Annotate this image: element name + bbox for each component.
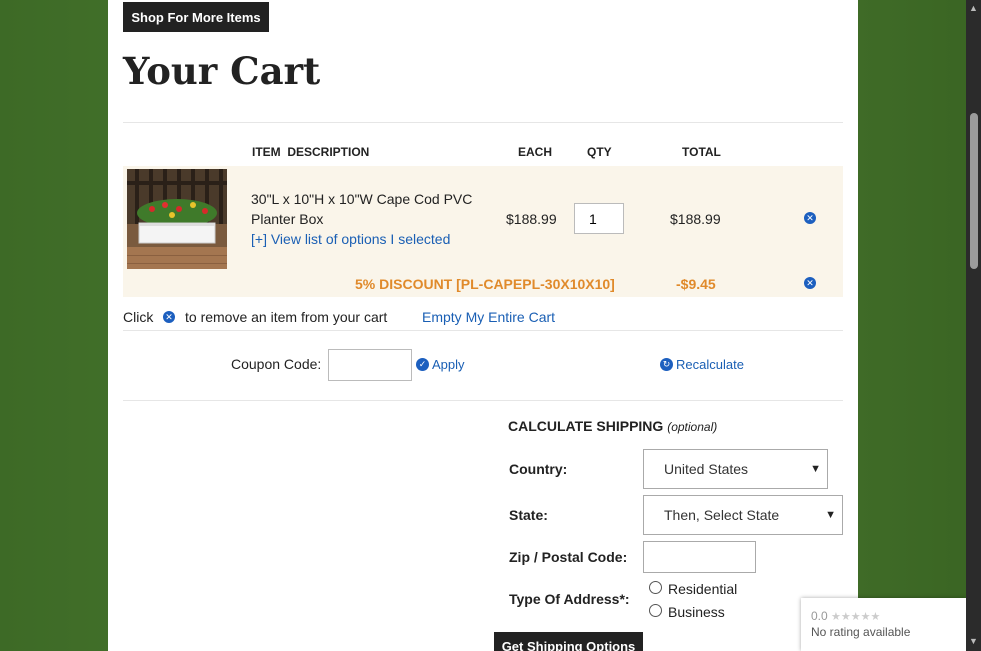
check-icon[interactable]: ✓ <box>416 358 429 371</box>
rating-text: No rating available <box>811 625 911 639</box>
view-options-link[interactable]: [+] View list of options I selected <box>251 231 450 247</box>
item-total-price: $188.99 <box>670 211 721 227</box>
zip-input[interactable] <box>643 541 756 573</box>
remove-instruction-text: to remove an item from your cart <box>185 309 388 325</box>
state-label: State: <box>509 507 548 523</box>
item-name-line2: Planter Box <box>251 211 324 227</box>
coupon-input[interactable] <box>328 349 412 381</box>
header-each: EACH <box>518 145 553 159</box>
country-select[interactable]: United States ▼ <box>643 449 828 489</box>
shop-more-button[interactable]: Shop For More Items <box>123 2 269 32</box>
apply-coupon-link[interactable]: Apply <box>432 357 465 372</box>
country-label: Country: <box>509 461 568 477</box>
divider <box>123 400 843 401</box>
scrollbar[interactable]: ▲ ▼ <box>966 0 981 651</box>
product-image[interactable] <box>127 169 227 269</box>
address-type-label: Type Of Address*: <box>509 591 630 607</box>
discount-label: 5% DISCOUNT [PL-CAPEPL-30X10X10] <box>355 276 615 292</box>
business-radio[interactable] <box>649 604 662 617</box>
divider <box>123 122 843 123</box>
zip-label: Zip / Postal Code: <box>509 549 628 565</box>
remove-discount-icon[interactable]: ✕ <box>804 277 816 289</box>
remove-example-icon: ✕ <box>163 311 175 323</box>
empty-cart-link[interactable]: Empty My Entire Cart <box>422 309 555 325</box>
header-total: TOTAL <box>682 145 721 159</box>
divider <box>123 330 843 331</box>
page-title: Your Cart <box>123 49 321 93</box>
residential-label: Residential <box>668 581 738 597</box>
state-select[interactable]: Then, Select State ▼ <box>643 495 843 535</box>
shipping-heading: CALCULATE SHIPPING (optional) <box>508 418 718 434</box>
header-item-description: ITEM DESCRIPTION <box>252 145 370 159</box>
cart-item-row <box>123 166 843 272</box>
business-label: Business <box>668 604 725 620</box>
remove-item-icon[interactable]: ✕ <box>804 212 816 224</box>
residential-radio[interactable] <box>649 581 662 594</box>
rating-score: 0.0 <box>811 609 828 623</box>
header-qty: QTY <box>587 145 612 159</box>
click-text: Click <box>123 309 154 325</box>
recalculate-link[interactable]: Recalculate <box>676 357 744 372</box>
chevron-down-icon: ▼ <box>810 463 821 475</box>
scroll-up-icon[interactable]: ▲ <box>969 3 978 13</box>
scroll-down-icon[interactable]: ▼ <box>969 636 978 646</box>
rating-widget[interactable]: 0.0 ★★★★★ No rating available <box>801 598 966 651</box>
quantity-input[interactable] <box>574 203 624 234</box>
discount-amount: -$9.45 <box>676 276 716 292</box>
rating-stars: ★★★★★ <box>831 611 881 623</box>
item-name-line1: 30"L x 10"H x 10"W Cape Cod PVC <box>251 191 473 207</box>
scrollbar-thumb[interactable] <box>970 113 978 269</box>
chevron-down-icon: ▼ <box>825 509 836 521</box>
coupon-label: Coupon Code: <box>231 356 322 372</box>
refresh-icon[interactable]: ↻ <box>660 358 673 371</box>
item-each-price: $188.99 <box>506 211 557 227</box>
get-shipping-options-button[interactable]: Get Shipping Options <box>494 632 643 651</box>
